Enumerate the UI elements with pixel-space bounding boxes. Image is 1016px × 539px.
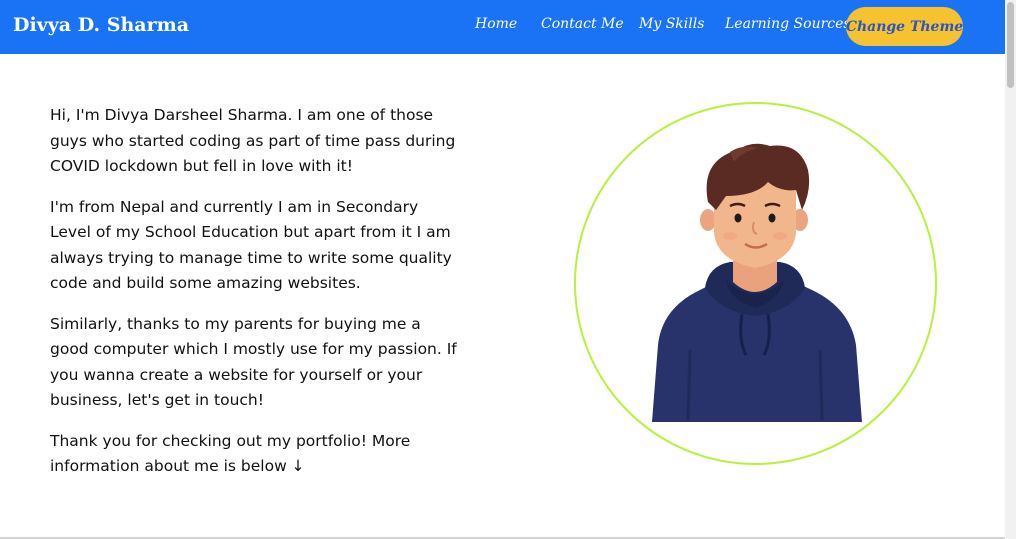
change-theme-button[interactable]: Change Theme — [846, 7, 963, 46]
intro-paragraph: Hi, I'm Divya Darsheel Sharma. I am one … — [50, 106, 456, 175]
intro-paragraph: I'm from Nepal and currently I am in Sec… — [50, 197, 452, 293]
nav-link-contact[interactable]: Contact Me — [541, 16, 624, 32]
nav-link-learning-sources[interactable]: Learning Sources — [725, 16, 851, 32]
intro-paragraph: Similarly, thanks to my parents for buyi… — [50, 314, 457, 410]
brand-name[interactable]: Divya D. Sharma — [13, 14, 189, 36]
nav-link-skills[interactable]: My Skills — [639, 16, 704, 32]
scrollbar[interactable] — [1005, 0, 1016, 539]
navbar: Divya D. Sharma Home Contact Me My Skill… — [0, 0, 1005, 54]
avatar-illustration-icon — [652, 143, 862, 422]
scrollbar-thumb[interactable] — [1007, 2, 1014, 88]
intro-text: Hi, I'm Divya Darsheel Sharma. I am one … — [50, 103, 462, 495]
intro-paragraph: Thank you for checking out my portfolio!… — [50, 431, 411, 476]
nav-link-home[interactable]: Home — [475, 16, 517, 32]
